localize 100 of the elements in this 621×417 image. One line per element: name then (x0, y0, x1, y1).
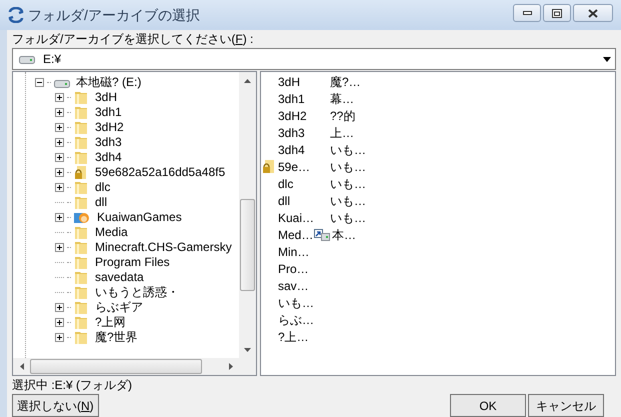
folder-prompt: フォルダ/アーカイブを選択してください(F) : (12, 31, 254, 48)
minimize-icon (522, 11, 532, 15)
file-list-item[interactable]: 3dH (278, 72, 300, 90)
expand-icon[interactable] (55, 318, 64, 327)
expand-icon[interactable] (55, 213, 64, 222)
tree-item[interactable]: 3dh3 (95, 135, 122, 150)
folder-icon (74, 120, 88, 135)
expand-icon[interactable] (55, 183, 64, 192)
file-list-item[interactable]: 本… (332, 226, 356, 244)
tree-item[interactable]: 3dh4 (95, 150, 122, 165)
tree-item[interactable]: savedata (95, 270, 144, 285)
maximize-button[interactable] (543, 4, 571, 22)
file-list-item[interactable]: いも… (330, 208, 366, 226)
folder-icon (74, 195, 88, 210)
tree-item[interactable]: Minecraft.CHS-Gamersky (95, 240, 232, 255)
folder-icon (74, 105, 88, 120)
expand-icon[interactable] (55, 153, 64, 162)
scroll-right-icon[interactable] (228, 363, 232, 370)
deselect-button[interactable]: 選択しない(N) (12, 394, 99, 417)
folder-icon (74, 240, 88, 255)
file-list-item[interactable]: らぶ… (278, 310, 314, 328)
drive-icon (54, 78, 70, 88)
file-list-item[interactable]: 上… (330, 124, 354, 142)
drive-shortcut-icon (314, 228, 330, 240)
expand-icon[interactable] (55, 243, 64, 252)
cancel-button[interactable]: キャンセル (528, 394, 604, 417)
expand-icon[interactable] (55, 93, 64, 102)
folder-icon (74, 330, 88, 345)
folder-icon (74, 255, 88, 270)
expand-icon[interactable] (55, 303, 64, 312)
window-title: フォルダ/アーカイブの選択 (28, 6, 200, 24)
folder-icon (74, 150, 88, 165)
folder-icon (74, 315, 88, 330)
file-list-item[interactable]: 3dh3 (278, 124, 305, 142)
minimize-button[interactable] (513, 4, 541, 22)
locked-folder-icon (74, 165, 88, 180)
file-list-item[interactable]: Pro… (278, 260, 309, 278)
file-list-item[interactable]: いも… (330, 158, 366, 176)
tree-item[interactable]: 本地磁? (E:) (76, 75, 142, 90)
maximize-icon (552, 8, 562, 18)
file-list-item[interactable]: Min… (278, 242, 310, 260)
folder-icon (74, 135, 88, 150)
tree-item[interactable]: dlc (95, 180, 110, 195)
file-list-item[interactable]: いも… (330, 192, 366, 210)
tree-item[interactable]: いもうと誘惑・ (95, 285, 179, 300)
expand-icon[interactable] (55, 138, 64, 147)
file-list-item[interactable]: ?上… (278, 328, 309, 346)
scrollbar-thumb[interactable] (30, 359, 202, 374)
expand-icon[interactable] (55, 168, 64, 177)
vertical-scrollbar[interactable] (239, 72, 256, 358)
selection-status: 選択中 :E:¥ (フォルダ) (12, 376, 132, 394)
tree-item[interactable]: Media (95, 225, 128, 240)
file-list-item[interactable]: 幕… (330, 90, 354, 108)
expand-icon[interactable] (55, 123, 64, 132)
folder-icon (74, 285, 88, 300)
file-list-item[interactable]: 3dh4 (278, 140, 305, 158)
tree-item[interactable]: dll (95, 195, 108, 210)
folder-icon (74, 225, 88, 240)
expand-icon[interactable] (55, 333, 64, 342)
tree-item[interactable]: ?上网 (95, 315, 126, 330)
tree-item[interactable]: 魔?世界 (95, 330, 138, 345)
tree-item[interactable]: KuaiwanGames (97, 210, 182, 225)
file-list-item[interactable]: sav… (278, 276, 309, 294)
scroll-up-icon[interactable] (244, 78, 251, 82)
tree-item[interactable]: 3dh1 (95, 105, 122, 120)
collapse-icon[interactable] (35, 78, 44, 87)
expand-icon[interactable] (55, 108, 64, 117)
tree-item[interactable]: らぶギア (95, 300, 143, 315)
scroll-down-icon[interactable] (244, 348, 251, 352)
folder-icon (74, 180, 88, 195)
file-list-item[interactable]: 魔?… (330, 72, 361, 90)
folder-icon (74, 270, 88, 285)
tree-item[interactable]: 3dH (95, 90, 118, 105)
file-list-item[interactable]: dlc (278, 174, 294, 192)
app-folder-icon (74, 210, 90, 225)
path-combo-box[interactable]: E:¥ (12, 48, 616, 70)
file-list-item[interactable]: 59e… (278, 158, 310, 176)
file-list-item[interactable]: Kuai… (278, 208, 314, 226)
file-list-item[interactable]: いも… (330, 140, 366, 158)
file-list-item[interactable]: Med… (278, 226, 314, 244)
tree-item[interactable]: 3dH2 (95, 120, 124, 135)
file-list-item[interactable]: 3dH2 (278, 106, 307, 124)
file-list-item[interactable]: ??的 (330, 106, 356, 124)
close-icon (588, 8, 598, 18)
folder-icon (74, 90, 88, 105)
scroll-left-icon[interactable] (20, 363, 24, 370)
file-list-item[interactable]: dll (278, 192, 290, 210)
folder-icon (74, 300, 88, 315)
ok-button[interactable]: OK (450, 394, 526, 417)
close-button[interactable] (573, 4, 613, 22)
scrollbar-thumb[interactable] (240, 199, 255, 291)
file-list-item[interactable]: いも… (330, 174, 366, 192)
drive-icon (19, 54, 35, 64)
path-value: E:¥ (43, 51, 62, 68)
horizontal-scrollbar[interactable] (13, 358, 256, 375)
locked-folder-icon (262, 159, 276, 174)
tree-item[interactable]: Program Files (95, 255, 170, 270)
file-list-item[interactable]: 3dh1 (278, 90, 305, 108)
tree-item[interactable]: 59e682a52a16dd5a48f5 (95, 165, 226, 180)
file-list-item[interactable]: いも… (278, 294, 314, 312)
